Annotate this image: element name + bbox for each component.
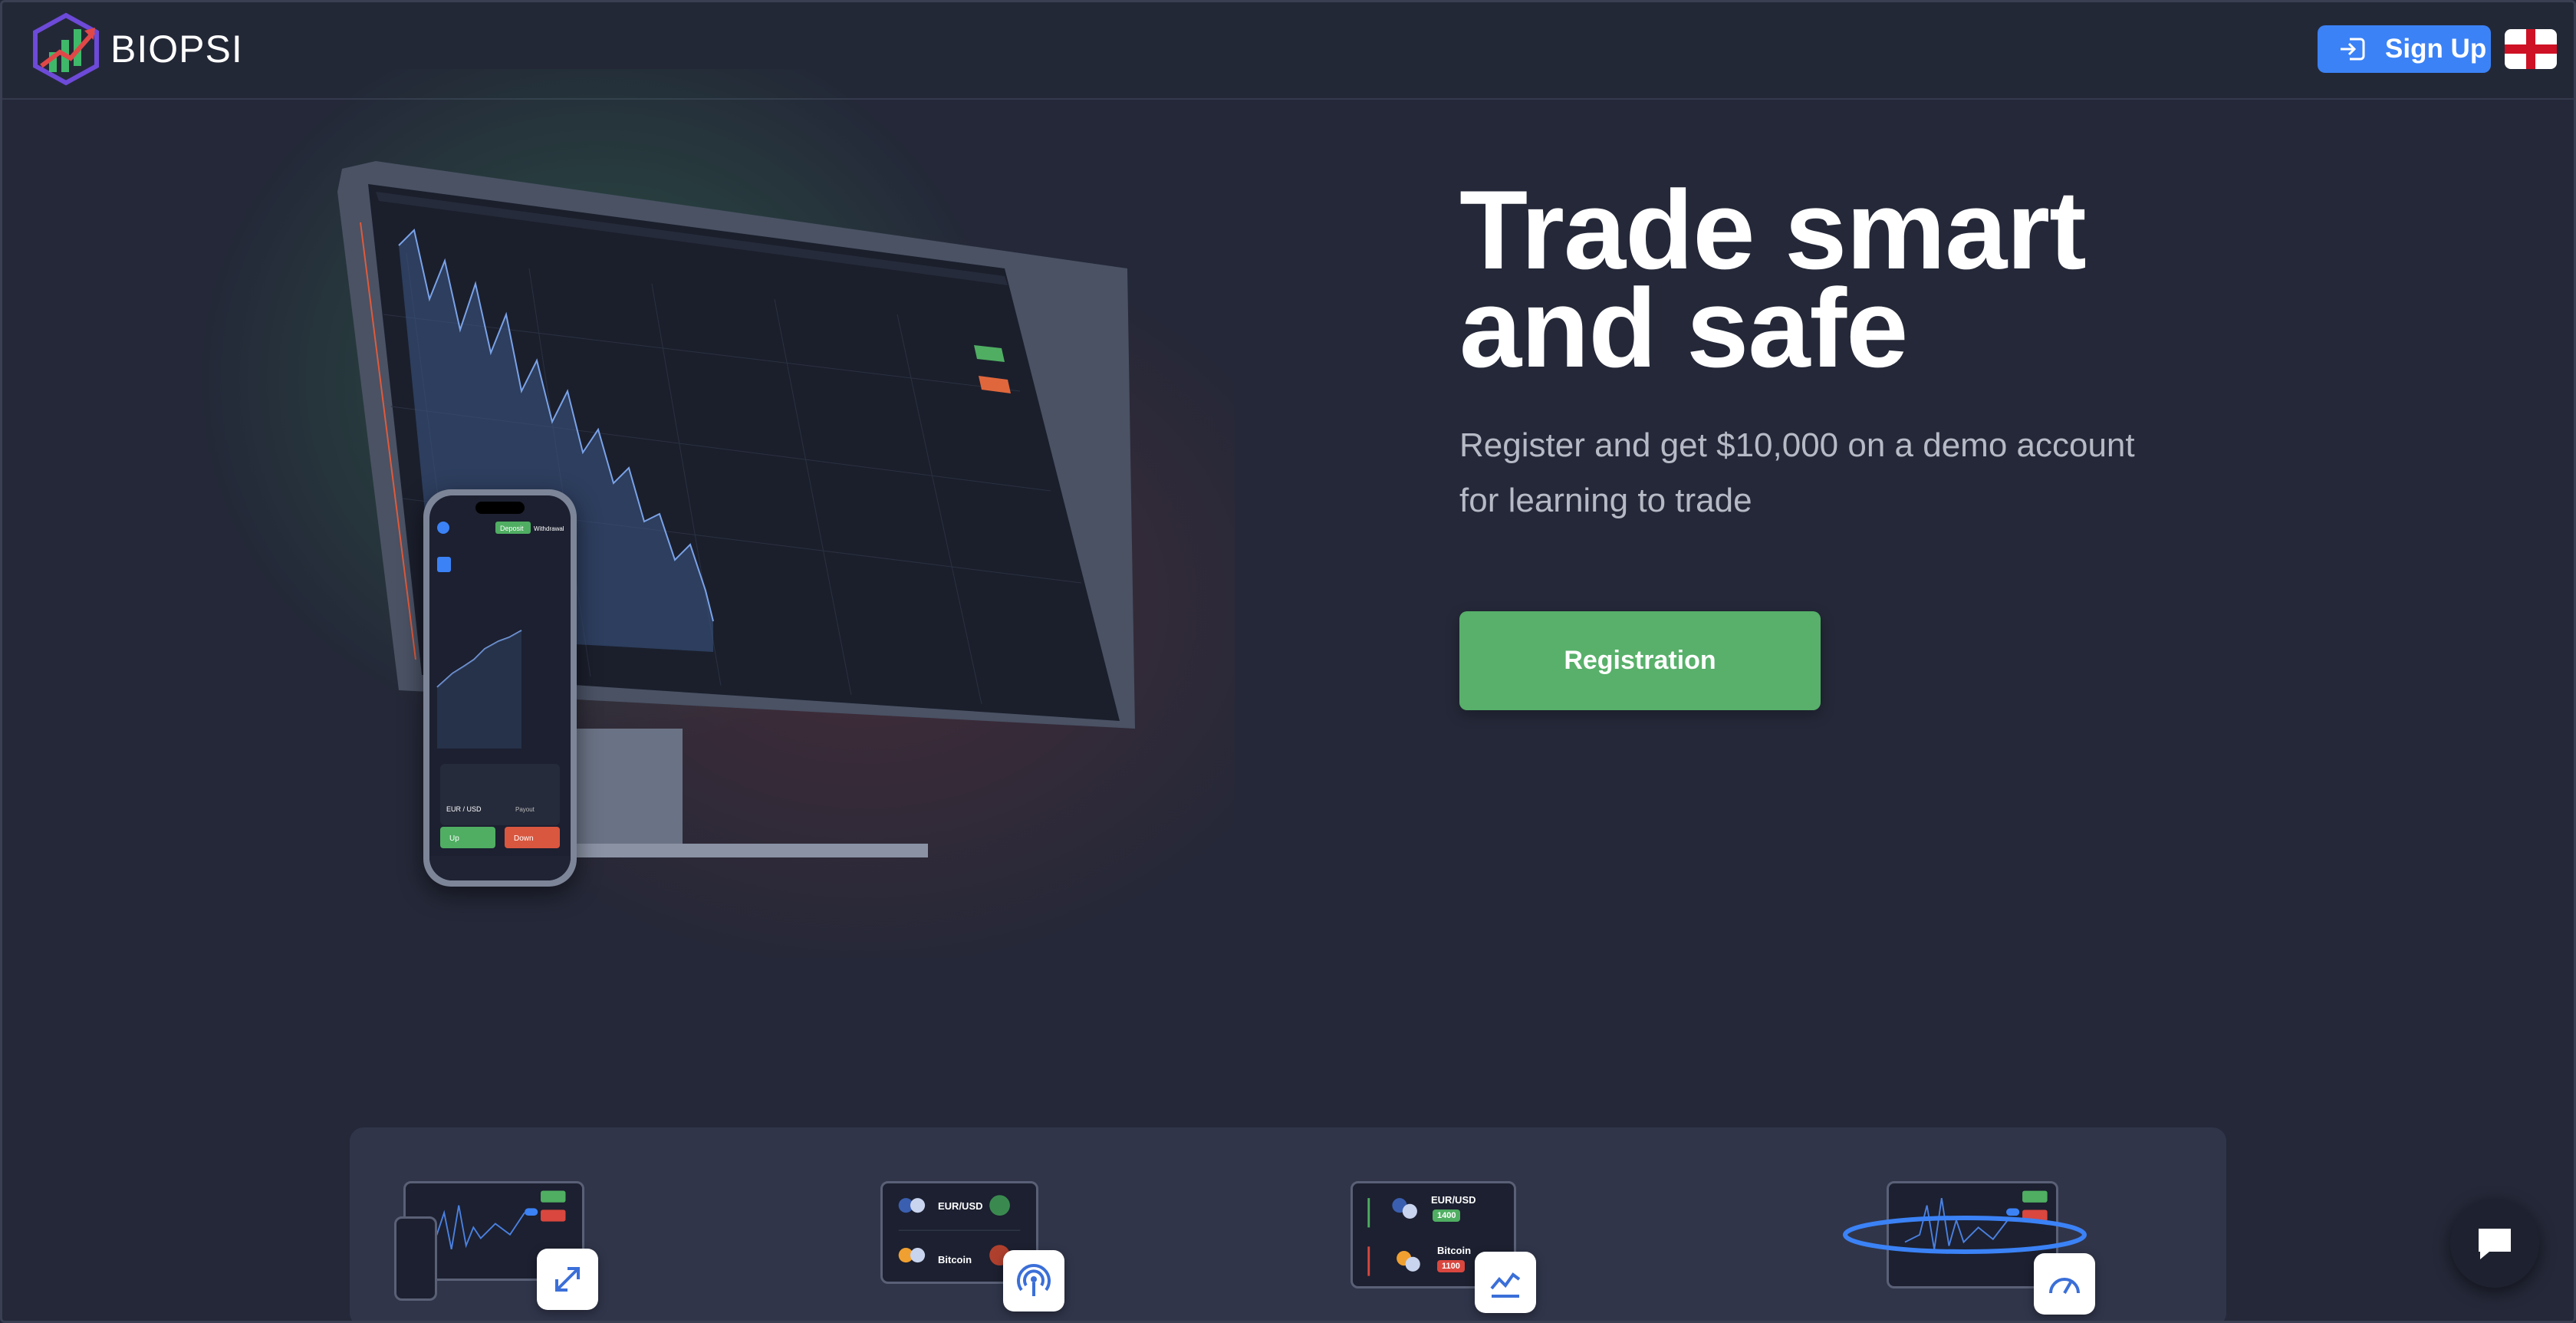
phone-up-label: Up [449, 834, 459, 843]
phone-avatar [437, 522, 449, 534]
flag-cross [2505, 44, 2557, 54]
monitor-base [529, 844, 928, 857]
speedometer-icon [2049, 1278, 2080, 1294]
hero-subtitle-line2: for learning to trade [1459, 482, 1752, 519]
hero-title-line1: Trade smart [1459, 167, 2087, 292]
phone-withdraw-label: Withdrawal [534, 525, 564, 532]
features-strip: EUR/USD Bitcoin EUR/USD 1400 Bitcoin 110… [350, 1127, 2226, 1323]
signal-icon-badge [1003, 1250, 1064, 1311]
speedometer-icon-badge [2034, 1253, 2095, 1315]
language-switcher[interactable] [2505, 29, 2557, 69]
signal-icon [1017, 1264, 1051, 1296]
chart-line-icon-badge [1475, 1252, 1536, 1313]
chart-line-icon [1490, 1272, 1521, 1298]
phone-mockup: Deposit Withdrawal EUR / USD Payout Up D… [423, 489, 577, 887]
phone-ui: Deposit Withdrawal EUR / USD Payout Up D… [429, 502, 571, 880]
phone-down-label: Down [514, 834, 534, 843]
hero-title-line2: and safe [1459, 265, 1908, 390]
brand-name: BIOPSI [110, 28, 243, 71]
phone-up-button [440, 827, 495, 848]
sign-up-label: Sign Up [2385, 34, 2487, 64]
feature-item-1 [394, 1181, 618, 1323]
sign-up-button[interactable]: Sign Up [2318, 25, 2491, 73]
phone-pair-label: EUR / USD [446, 805, 482, 813]
phone-chart-area [437, 630, 521, 749]
feature-item-4 [1837, 1181, 2095, 1323]
hero-subtitle: Register and get $10,000 on a demo accou… [1459, 418, 2226, 528]
chat-button[interactable] [2450, 1199, 2539, 1288]
phone-payout-label: Payout [515, 806, 535, 813]
phone-add-button [437, 557, 451, 572]
monitor-stand [574, 729, 683, 844]
phone-deposit-label: Deposit [500, 525, 524, 532]
logo-icon [33, 12, 99, 86]
expand-icon [555, 1267, 580, 1292]
phone-trade-panel [440, 764, 560, 825]
registration-button[interactable]: Registration [1459, 611, 1821, 710]
hero-subtitle-line1: Register and get $10,000 on a demo accou… [1459, 426, 2135, 464]
feature-item-3: EUR/USD 1400 Bitcoin 1100 [1351, 1181, 1550, 1323]
feature-item-2: EUR/USD Bitcoin [880, 1181, 1080, 1323]
expand-icon-badge [537, 1249, 598, 1310]
phone-tab-bar [429, 856, 571, 880]
hero-title: Trade smart and safe [1459, 167, 2303, 390]
phone-notch [475, 502, 525, 514]
brand-logo[interactable]: BIOPSI [29, 12, 243, 86]
sign-in-icon [2341, 38, 2365, 61]
top-header: BIOPSI Sign Up [0, 0, 2576, 100]
phone-screen: Deposit Withdrawal EUR / USD Payout Up D… [429, 495, 571, 880]
chat-icon [2479, 1229, 2511, 1259]
feature-1-phone [394, 1216, 437, 1301]
